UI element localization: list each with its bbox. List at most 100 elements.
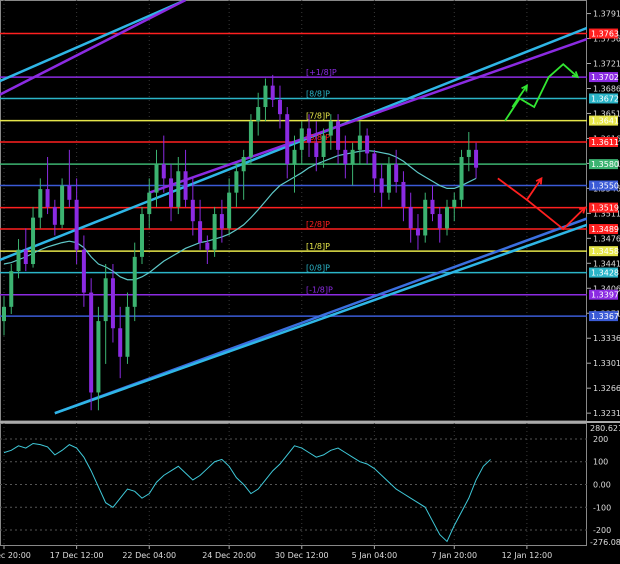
candle-body — [147, 192, 152, 215]
time-tick-label: 30 Dec 12:00 — [275, 551, 329, 560]
candle-body — [198, 221, 203, 243]
time-axis: 15 Dec 20:00 17 Dec 12:00 22 Dec 04:00 24 D… — [0, 546, 552, 560]
candle-body — [118, 328, 123, 357]
candle-body — [241, 156, 246, 172]
osc-tick-label: -100 — [593, 503, 611, 512]
candle-body — [459, 156, 464, 200]
price-tick-label: 1.3686 — [593, 84, 620, 93]
price-tick-label: 1.3791 — [593, 10, 620, 19]
candle-body — [328, 121, 333, 136]
candle-body — [67, 185, 72, 200]
candle-body — [96, 321, 101, 393]
candle-body — [423, 199, 428, 236]
candle-body — [132, 256, 137, 307]
candle-body — [16, 249, 21, 272]
candle-body — [89, 292, 94, 393]
candle-body — [466, 149, 471, 157]
candle-body — [154, 164, 159, 193]
candle-body — [386, 164, 391, 193]
trading-chart-window: [+1/8]P [8/8]P [7/8]P [6/8]P [2/8]P [1/8]P [0/… — [0, 0, 620, 564]
candle-body — [103, 278, 108, 322]
osc-min-label: -276.0840 — [590, 538, 620, 547]
forecast-arrow — [511, 85, 528, 108]
chart-svg: [+1/8]P[8/8]P[7/8]P[6/8]P[2/8]P[1/8]P[0/… — [0, 0, 620, 560]
candle-body — [365, 135, 370, 154]
level-price-label: 1.3397 — [591, 291, 619, 300]
murray-level-tag: [-1/8]P — [306, 286, 333, 295]
candle-body — [277, 99, 282, 115]
channel-line — [148, 37, 587, 194]
level-price-label: 1.3580 — [591, 160, 619, 169]
candle-body — [2, 306, 6, 322]
candle-body — [285, 114, 290, 165]
candle-body — [234, 171, 239, 193]
candle-body — [357, 135, 362, 150]
level-price-label: 1.3489 — [591, 225, 619, 234]
level-price-label: 1.3367 — [591, 312, 619, 321]
candle-body — [307, 128, 312, 143]
osc-tick-label: -200 — [593, 526, 611, 535]
oscillator-panel-frame — [0, 423, 587, 546]
candle-body — [176, 171, 181, 207]
candle-body — [212, 214, 217, 250]
candle-body — [110, 278, 115, 329]
osc-tick-label: 0.00 — [593, 481, 611, 490]
candle-body — [292, 149, 297, 165]
time-tick-label: 22 Dec 04:00 — [122, 551, 176, 560]
candle-body — [336, 121, 341, 150]
osc-max-label: 280.6215 — [590, 424, 620, 433]
candle-body — [270, 85, 275, 100]
level-price-label: 1.3641 — [591, 117, 619, 126]
candle-body — [169, 178, 174, 207]
candle-body — [430, 199, 435, 215]
time-tick-label: 12 Jan 12:00 — [502, 551, 553, 560]
level-price-label: 1.3672 — [591, 94, 619, 103]
candle-body — [183, 171, 188, 200]
price-tick-label: 1.3336 — [593, 334, 620, 343]
price-panel[interactable]: [+1/8]P[8/8]P[7/8]P[6/8]P[2/8]P[1/8]P[0/… — [0, 0, 620, 423]
time-tick-label: 15 Dec 20:00 — [0, 551, 31, 560]
oscillator-panel[interactable]: 200 100 0.00 -100 -200 280.6215 -276.0840 — [0, 423, 620, 547]
murray-level-tag: [+1/8]P — [306, 68, 337, 77]
osc-tick-label: 100 — [593, 458, 608, 467]
candle-body — [350, 149, 355, 165]
candle-body — [52, 206, 57, 225]
price-tick-label: 1.3476 — [593, 234, 620, 243]
candle-body — [190, 199, 195, 222]
price-tick-label: 1.3266 — [593, 384, 620, 393]
channel-line — [0, 0, 187, 96]
candle-body — [227, 192, 232, 229]
candle-body — [452, 199, 457, 207]
candle-body — [23, 249, 28, 265]
candle-body — [321, 135, 326, 157]
murray-level-tag: [8/8]P — [306, 89, 330, 98]
candle-body — [60, 185, 65, 225]
candle-body — [45, 189, 50, 207]
forecast-arrow — [526, 199, 586, 231]
level-price-label: 1.3519 — [591, 204, 619, 213]
candle-body — [394, 164, 399, 182]
level-price-label: 1.3611 — [591, 138, 619, 147]
murray-level-tag: [1/8]P — [306, 242, 330, 251]
osc-tick-label: 200 — [593, 435, 608, 444]
candle-body — [415, 228, 420, 236]
candle-body — [379, 178, 384, 193]
murray-level-tag: [2/8]P — [306, 220, 330, 229]
candle-body — [31, 217, 36, 265]
candle-body — [9, 271, 14, 307]
candle-body — [372, 153, 377, 179]
candle-body — [263, 85, 268, 108]
candle-body — [81, 249, 86, 293]
candle-body — [343, 149, 348, 165]
murray-level-tag: [7/8]P — [306, 112, 330, 121]
level-price-label: 1.3458 — [591, 247, 619, 256]
candle-body — [161, 164, 166, 179]
price-tick-label: 1.3721 — [593, 60, 620, 69]
forecast-arrow — [504, 63, 579, 122]
price-tick-label: 1.3301 — [593, 359, 620, 368]
candle-body — [256, 107, 261, 122]
candle-body — [401, 181, 406, 207]
level-price-label: 1.3550 — [591, 182, 619, 191]
candle-body — [74, 199, 79, 250]
level-price-label: 1.3428 — [591, 269, 619, 278]
